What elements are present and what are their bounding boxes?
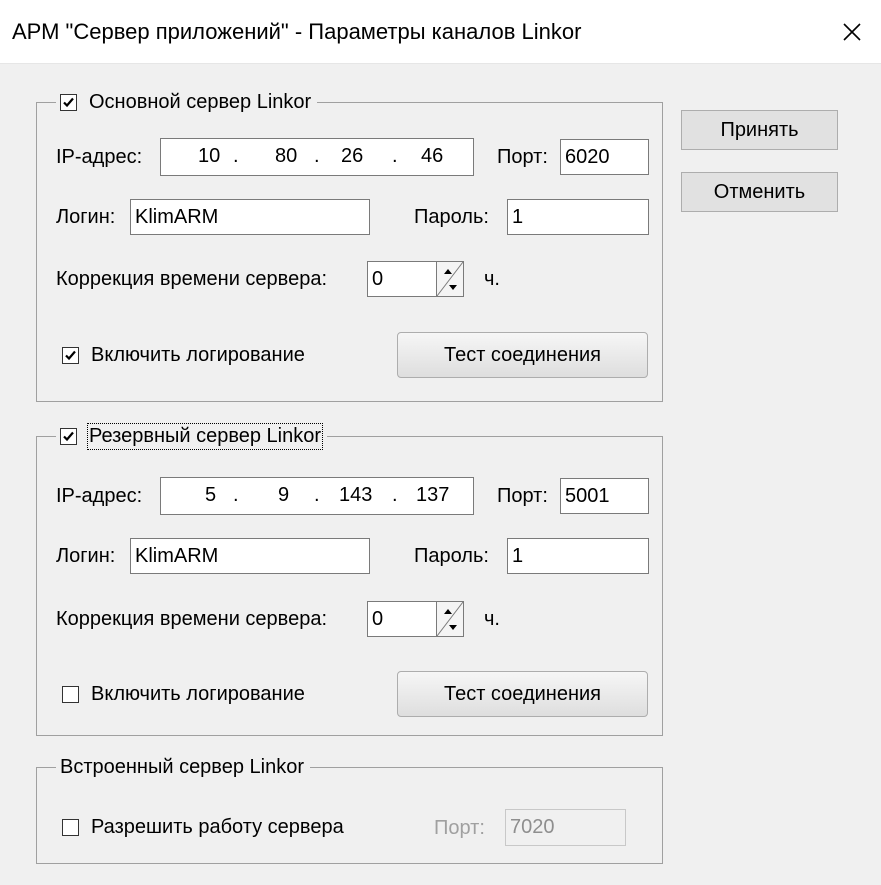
ip-dot: . <box>233 145 239 167</box>
backup-logging-checkbox[interactable] <box>62 686 79 703</box>
primary-password-label: Пароль: <box>414 206 489 228</box>
builtin-server-label: Встроенный сервер Linkor <box>60 755 304 778</box>
backup-port-label: Порт: <box>497 485 548 507</box>
close-icon <box>843 23 861 41</box>
window-title: АРМ "Сервер приложений" - Параметры кана… <box>12 19 582 44</box>
ip-dot: . <box>314 484 320 506</box>
backup-ip-octet-2: 9 <box>278 484 290 506</box>
backup-time-spinner-icon[interactable] <box>436 601 464 637</box>
primary-logging-checkbox[interactable] <box>62 347 79 364</box>
backup-ip-octet-3: 143 <box>339 484 373 506</box>
primary-ip-octet-3: 26 <box>341 145 364 167</box>
backup-server-legend: Резервный сервер Linkor <box>56 422 328 450</box>
primary-server-legend: Основной сервер Linkor <box>56 89 318 115</box>
builtin-allow-toggle[interactable]: Разрешить работу сервера <box>62 816 344 839</box>
primary-port-label: Порт: <box>497 146 548 168</box>
backup-port-input[interactable]: 5001 <box>560 478 649 514</box>
primary-password-input[interactable]: 1 <box>507 199 649 235</box>
builtin-allow-label: Разрешить работу сервера <box>91 816 344 838</box>
backup-password-label: Пароль: <box>414 545 489 567</box>
title-bar: АРМ "Сервер приложений" - Параметры кана… <box>0 0 881 64</box>
ip-dot: . <box>392 145 398 167</box>
check-icon <box>65 350 76 361</box>
primary-test-connection-button[interactable]: Тест соединения <box>397 332 648 378</box>
backup-server-label: Резервный сервер Linkor <box>86 422 324 450</box>
backup-password-input[interactable]: 1 <box>507 538 649 574</box>
close-button[interactable] <box>823 0 881 64</box>
primary-logging-label: Включить логирование <box>91 344 305 366</box>
backup-logging-toggle[interactable]: Включить логирование <box>62 683 305 706</box>
builtin-port-input[interactable]: 7020 <box>505 809 626 846</box>
dialog-window: АРМ "Сервер приложений" - Параметры кана… <box>0 0 881 885</box>
primary-ip-octet-1: 10 <box>198 145 221 167</box>
accept-button[interactable]: Принять <box>681 110 838 150</box>
primary-login-label: Логин: <box>56 206 116 228</box>
backup-ip-octet-4: 137 <box>416 484 450 506</box>
primary-time-unit-label: ч. <box>484 268 500 290</box>
builtin-server-legend: Встроенный сервер Linkor <box>56 754 310 780</box>
check-icon <box>63 431 74 441</box>
primary-server-checkbox[interactable] <box>60 93 77 111</box>
check-icon <box>63 97 74 107</box>
primary-ip-octet-4: 46 <box>421 145 444 167</box>
backup-ip-input[interactable]: 5 . 9 . 143 . 137 <box>160 477 474 515</box>
primary-ip-octet-2: 80 <box>275 145 298 167</box>
primary-time-spinner-icon[interactable] <box>436 261 464 297</box>
backup-server-checkbox[interactable] <box>60 427 77 445</box>
dialog-body: Принять Отменить Основной сервер Linkor … <box>0 64 881 885</box>
backup-test-connection-button[interactable]: Тест соединения <box>397 671 648 717</box>
ip-dot: . <box>314 145 320 167</box>
backup-ip-octet-1: 5 <box>205 484 217 506</box>
backup-logging-label: Включить логирование <box>91 683 305 705</box>
backup-ip-label: IP-адрес: <box>56 485 143 507</box>
ip-dot: . <box>233 484 239 506</box>
primary-login-input[interactable]: KlimARM <box>130 199 370 235</box>
primary-server-label: Основной сервер Linkor <box>89 90 312 113</box>
backup-time-unit-label: ч. <box>484 608 500 630</box>
backup-time-correction-label: Коррекция времени сервера: <box>56 608 327 630</box>
ip-dot: . <box>392 484 398 506</box>
primary-port-input[interactable]: 6020 <box>560 139 649 175</box>
backup-login-label: Логин: <box>56 545 116 567</box>
primary-time-correction-label: Коррекция времени сервера: <box>56 268 327 290</box>
primary-ip-label: IP-адрес: <box>56 146 143 168</box>
primary-logging-toggle[interactable]: Включить логирование <box>62 344 305 367</box>
cancel-button[interactable]: Отменить <box>681 172 838 212</box>
primary-ip-input[interactable]: 10 . 80 . 26 . 46 <box>160 138 474 176</box>
backup-login-input[interactable]: KlimARM <box>130 538 370 574</box>
builtin-allow-checkbox[interactable] <box>62 819 79 836</box>
builtin-port-label: Порт: <box>434 817 485 839</box>
